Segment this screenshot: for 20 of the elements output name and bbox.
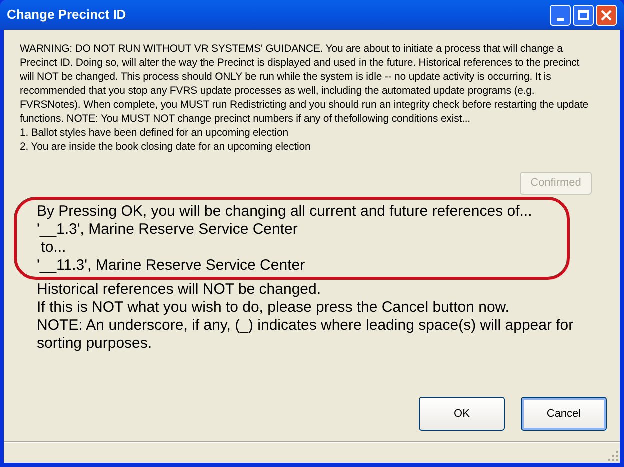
- message-line: By Pressing OK, you will be changing all current and future references of...: [37, 203, 532, 221]
- message-line: '__1.3', Marine Reserve Service Center: [37, 221, 298, 239]
- message-line: If this is NOT what you wish to do, please press the Cancel button now.: [37, 299, 510, 317]
- close-button[interactable]: [596, 4, 617, 26]
- close-icon: [601, 10, 612, 20]
- condition-text: 2. You are inside the book closing date for an upcoming election: [20, 140, 312, 154]
- resize-grip-icon: [608, 451, 618, 461]
- maximize-button[interactable]: [573, 4, 594, 26]
- condition-text: 1. Ballot styles have been defined for an upcoming election: [20, 126, 290, 140]
- window-title: Change Precinct ID: [7, 6, 126, 24]
- warning-paragraph: WARNING: DO NOT RUN WITHOUT VR SYSTEMS' GUIDANCE. You are about to initiate a process that will change a Precinct ID. Doing so, will alter the way the Precinct is displayed and used in the future. Historical references to the precinct will NOT be changed. This process should ONLY be run while the system is idle -- no update activity is occurring. It is recommended that you stop any FVRS update processes as well, including the automated update programs (e.g. FVRSNotes). When complete, you MUST run Redistricting and you should run an integrity check before restarting the update functions. NOTE: You MUST NOT change precinct numbers if any of thefollowing conditions exist...: [20, 42, 590, 126]
- message-line: Historical references will NOT be changed.: [37, 281, 322, 299]
- minimize-button[interactable]: [550, 4, 571, 26]
- message-line: NOTE: An underscore, if any, (_) indicates where leading space(s) will appear for sorting purposes.: [37, 317, 575, 353]
- maximize-icon: [578, 10, 589, 20]
- dialog-button[interactable]: OK: [419, 397, 505, 431]
- dialog-button[interactable]: Cancel: [521, 397, 607, 431]
- message-line: '__11.3', Marine Reserve Service Center: [37, 257, 306, 275]
- message-line: to...: [40, 239, 66, 257]
- minimize-icon: [557, 18, 564, 20]
